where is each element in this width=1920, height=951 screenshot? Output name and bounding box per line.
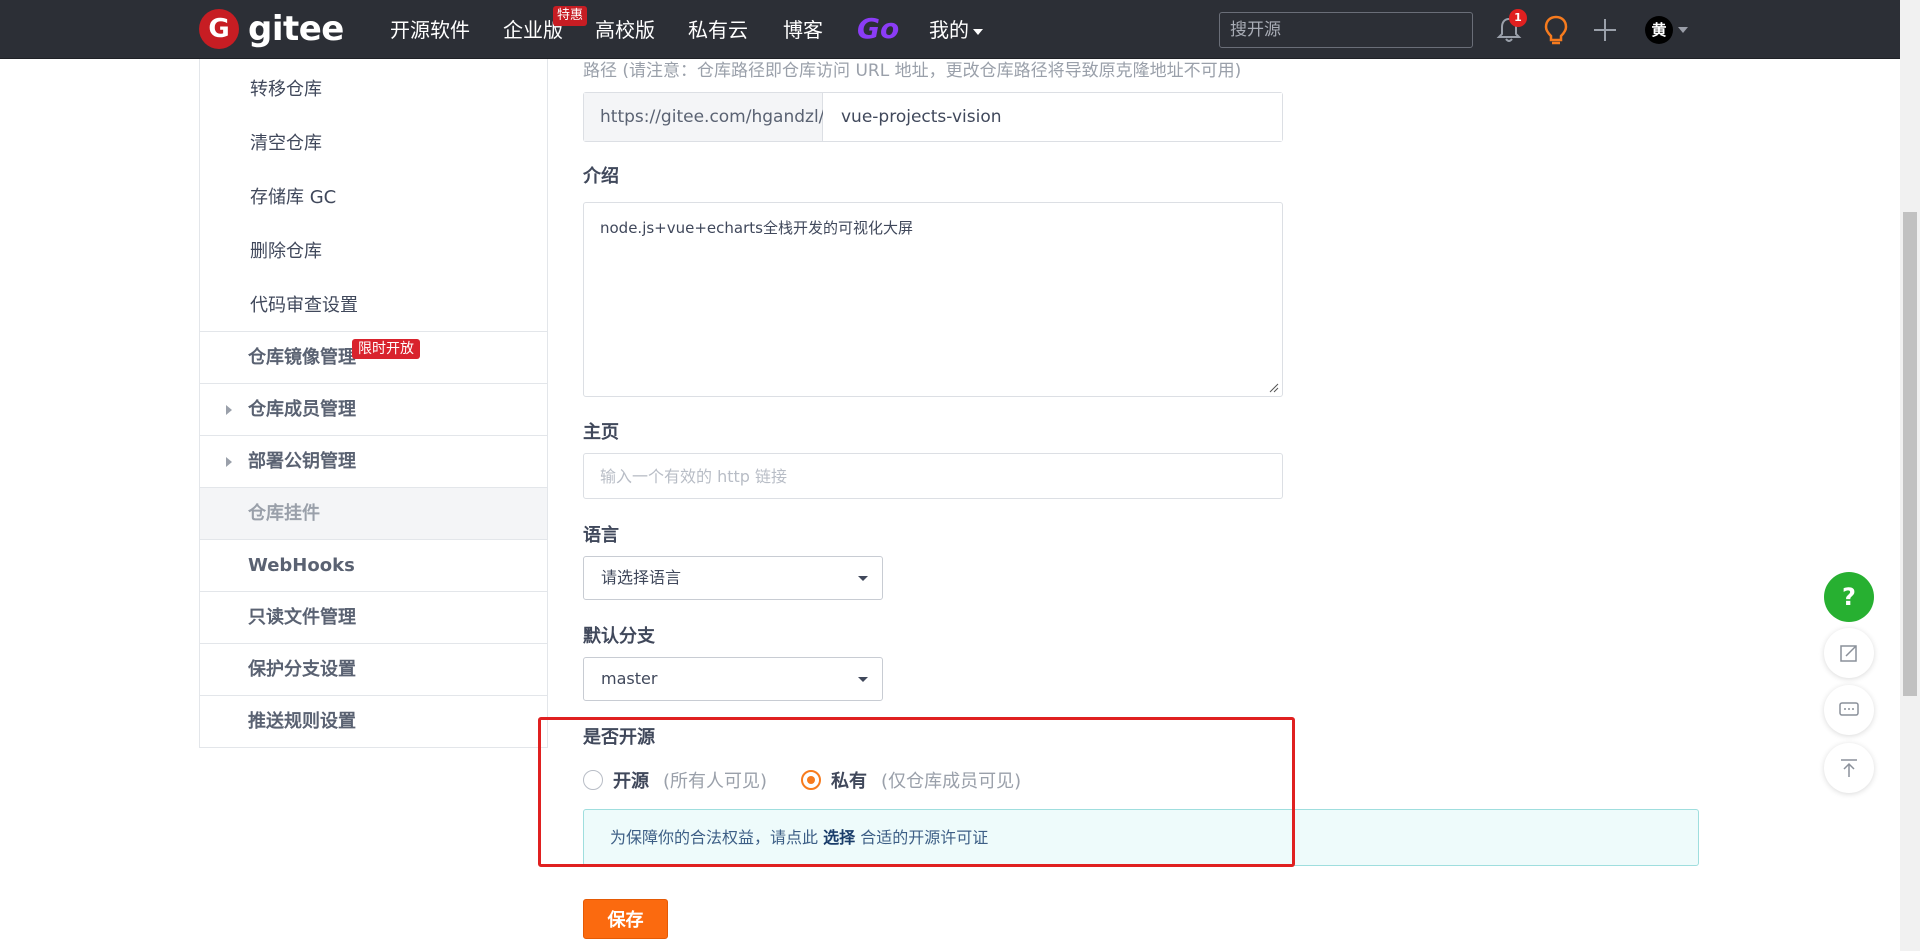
sidebar-item-repo-gc[interactable]: 存储库 GC: [250, 183, 336, 209]
nav-go[interactable]: Go: [857, 12, 899, 45]
sidebar-item-clear-repo[interactable]: 清空仓库: [250, 129, 322, 155]
sidebar-item-transfer-repo[interactable]: 转移仓库: [250, 75, 322, 101]
back-to-top-button[interactable]: [1824, 743, 1874, 793]
chat-icon: [1839, 702, 1859, 716]
user-avatar[interactable]: 黄: [1645, 16, 1673, 44]
search-input[interactable]: [1219, 12, 1473, 48]
visibility-options: 开源 (所有人可见) 私有 (仅仓库成员可见): [583, 767, 1021, 793]
lightbulb-icon[interactable]: [1542, 15, 1570, 45]
language-label: 语言: [583, 525, 619, 546]
arrow-up-icon: [1841, 759, 1857, 777]
sidebar-item-label: 推送规则设置: [248, 711, 356, 732]
enterprise-discount-badge: 特惠: [553, 6, 588, 26]
license-notice-text-end: 合适的开源许可证: [855, 828, 989, 847]
top-navbar: G gitee 开源软件 企业版 特惠 高校版 私有云 博客 Go 我的 1 黄: [0, 0, 1900, 59]
resize-grip-icon[interactable]: [1269, 383, 1279, 393]
nav-mine-label: 我的: [929, 18, 969, 42]
sidebar-item-label: 仓库挂件: [248, 503, 320, 524]
sidebar-item-readonly-files[interactable]: 只读文件管理: [200, 591, 547, 643]
nav-blog[interactable]: 博客: [783, 16, 823, 44]
sidebar-item-webhooks[interactable]: WebHooks: [200, 539, 547, 591]
edit-note-icon: [1840, 645, 1857, 662]
sidebar-item-deploy-keys[interactable]: 部署公钥管理: [200, 435, 547, 487]
limited-open-badge: 限时开放: [352, 339, 420, 359]
language-select-value: 请选择语言: [601, 568, 682, 587]
sidebar-item-protected-branches[interactable]: 保护分支设置: [200, 643, 547, 695]
intro-label: 介绍: [583, 166, 619, 187]
sidebar-item-push-rules[interactable]: 推送规则设置: [200, 695, 547, 747]
sidebar-item-label: WebHooks: [248, 555, 355, 576]
sidebar-item-widgets[interactable]: 仓库挂件: [200, 487, 547, 539]
sidebar-item-code-review[interactable]: 代码审查设置: [250, 291, 358, 317]
sidebar-item-label: 仓库镜像管理: [248, 347, 356, 368]
radio-open-source-label[interactable]: 开源: [613, 767, 649, 793]
help-button[interactable]: ?: [1824, 572, 1874, 622]
sidebar-item-label: 只读文件管理: [248, 607, 356, 628]
license-notice: 为保障你的合法权益，请点此 选择 合适的开源许可证: [583, 809, 1699, 866]
feedback-button[interactable]: [1824, 628, 1874, 678]
nav-mine-menu[interactable]: 我的: [929, 16, 983, 44]
caret-down-icon: [858, 677, 868, 682]
default-branch-value: master: [601, 669, 658, 688]
sidebar-item-members[interactable]: 仓库成员管理: [200, 383, 547, 435]
sidebar-item-label: 仓库成员管理: [248, 399, 356, 420]
save-button[interactable]: 保存: [583, 899, 668, 939]
homepage-label: 主页: [583, 422, 619, 443]
default-branch-select[interactable]: master: [583, 657, 883, 701]
path-note: 路径 (请注意：仓库路径即仓库访问 URL 地址，更改仓库路径将导致原克隆地址不…: [583, 61, 1242, 81]
message-button[interactable]: [1824, 685, 1874, 735]
radio-private[interactable]: [801, 770, 822, 790]
language-select[interactable]: 请选择语言: [583, 556, 883, 600]
caret-down-icon: [858, 576, 868, 581]
gitee-logo-text: gitee: [248, 9, 344, 49]
gitee-logo-icon: G: [199, 9, 239, 49]
sidebar-item-delete-repo[interactable]: 删除仓库: [250, 237, 322, 263]
license-select-link[interactable]: 选择: [823, 828, 855, 847]
caret-right-icon: [226, 405, 232, 415]
plus-icon[interactable]: [1592, 17, 1618, 43]
nav-open-source[interactable]: 开源软件: [390, 16, 470, 44]
chevron-down-icon: [973, 28, 983, 35]
sidebar-item-label: 部署公钥管理: [248, 451, 356, 472]
help-icon: ?: [1842, 583, 1856, 611]
license-notice-text: 为保障你的合法权益，请点此: [610, 828, 824, 847]
homepage-input[interactable]: [583, 453, 1283, 499]
notification-count-badge: 1: [1509, 9, 1527, 27]
intro-textarea[interactable]: node.js+vue+echarts全栈开发的可视化大屏: [583, 202, 1283, 397]
page-scrollbar-thumb[interactable]: [1903, 212, 1917, 696]
radio-private-label[interactable]: 私有: [831, 767, 867, 793]
gitee-logo[interactable]: G gitee: [199, 9, 344, 49]
repo-path-input[interactable]: [823, 93, 1282, 141]
radio-open-source-hint: (所有人可见): [663, 771, 768, 792]
default-branch-label: 默认分支: [583, 626, 655, 647]
nav-private-cloud[interactable]: 私有云: [688, 16, 748, 44]
radio-open-source[interactable]: [583, 770, 603, 790]
repo-path-group: https://gitee.com/hgandzl/: [583, 92, 1283, 142]
visibility-label: 是否开源: [583, 727, 655, 748]
settings-sidebar: 转移仓库 清空仓库 存储库 GC 删除仓库 代码审查设置 仓库镜像管理 仓库成员…: [199, 59, 548, 748]
repo-path-prefix: https://gitee.com/hgandzl/: [584, 93, 824, 141]
caret-right-icon: [226, 457, 232, 467]
sidebar-item-label: 保护分支设置: [248, 659, 356, 680]
nav-education[interactable]: 高校版: [595, 16, 655, 44]
radio-private-hint: (仅仓库成员可见): [881, 771, 1022, 792]
avatar-chevron-down-icon[interactable]: [1678, 27, 1688, 33]
